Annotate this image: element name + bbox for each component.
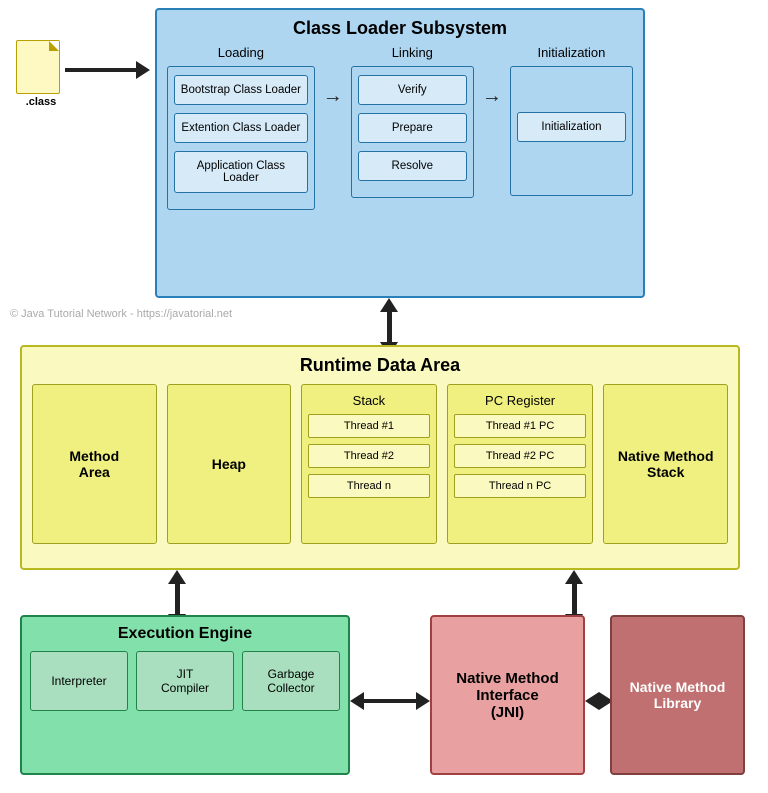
bootstrap-class-loader: Bootstrap Class Loader: [174, 75, 308, 105]
runtime-data-area: Runtime Data Area MethodArea Heap Stack …: [20, 345, 740, 570]
pc-thread-1: Thread #1 PC: [454, 414, 587, 438]
stack-box: Stack Thread #1 Thread #2 Thread n: [301, 384, 437, 544]
thread-n: Thread n: [308, 474, 430, 498]
interpreter-box: Interpreter: [30, 651, 128, 711]
loading-label: Loading: [167, 45, 315, 60]
cls-linking-section: Linking Verify Prepare Resolve: [351, 45, 474, 198]
jit-compiler-box: JITCompiler: [136, 651, 234, 711]
native-method-stack-box: Native MethodStack: [603, 384, 728, 544]
pc-register-title: PC Register: [454, 393, 587, 408]
arrow-linking-init: →: [480, 85, 504, 108]
native-method-library: Native MethodLibrary: [610, 615, 745, 775]
watermark: © Java Tutorial Network - https://javato…: [10, 308, 232, 320]
linking-area: Verify Prepare Resolve: [351, 66, 474, 198]
runtime-sections: MethodArea Heap Stack Thread #1 Thread #…: [22, 384, 738, 544]
init-area: Initialization: [510, 66, 633, 196]
arrow-class-to-loader: [65, 62, 150, 78]
stack-title: Stack: [308, 393, 430, 408]
garbage-collector-label: GarbageCollector: [267, 667, 314, 695]
init-label: Initialization: [510, 45, 633, 60]
thread-2: Thread #2: [308, 444, 430, 468]
class-file-label: .class: [16, 96, 66, 108]
class-loader-title: Class Loader Subsystem: [157, 10, 643, 45]
native-method-stack-label: Native MethodStack: [618, 448, 714, 480]
nml-label: Native MethodLibrary: [630, 679, 726, 711]
garbage-collector-box: GarbageCollector: [242, 651, 340, 711]
verify-box: Verify: [358, 75, 467, 105]
thread-1: Thread #1: [308, 414, 430, 438]
native-method-interface: Native MethodInterface(JNI): [430, 615, 585, 775]
class-file-icon: .class: [16, 40, 66, 100]
loading-area: Bootstrap Class Loader Extention Class L…: [167, 66, 315, 210]
pc-thread-2: Thread #2 PC: [454, 444, 587, 468]
jit-compiler-label: JITCompiler: [161, 667, 209, 695]
exec-sections: Interpreter JITCompiler GarbageCollector: [22, 651, 348, 711]
linking-label: Linking: [351, 45, 474, 60]
arrow-loading-linking: →: [321, 85, 345, 108]
interpreter-label: Interpreter: [51, 674, 106, 688]
method-area-label: MethodArea: [69, 448, 119, 480]
arrow-exec-nmi: [350, 693, 430, 709]
class-loader-subsystem: Class Loader Subsystem Loading Bootstrap…: [155, 8, 645, 298]
heap-box: Heap: [167, 384, 292, 544]
prepare-box: Prepare: [358, 113, 467, 143]
extension-class-loader: Extention Class Loader: [174, 113, 308, 143]
nmi-label: Native MethodInterface(JNI): [456, 670, 559, 721]
cls-loading-section: Loading Bootstrap Class Loader Extention…: [167, 45, 315, 210]
diagram-container: .class Class Loader Subsystem Loading Bo…: [0, 0, 768, 793]
execution-engine: Execution Engine Interpreter JITCompiler…: [20, 615, 350, 775]
method-area-box: MethodArea: [32, 384, 157, 544]
resolve-box: Resolve: [358, 151, 467, 181]
heap-label: Heap: [212, 456, 246, 472]
application-class-loader: Application Class Loader: [174, 151, 308, 193]
cls-init-section: Initialization Initialization: [510, 45, 633, 196]
exec-engine-title: Execution Engine: [22, 617, 348, 651]
pc-thread-n: Thread n PC: [454, 474, 587, 498]
initialization-box: Initialization: [517, 112, 626, 142]
arrow-nmi-nml: [585, 693, 613, 709]
pc-register-box: PC Register Thread #1 PC Thread #2 PC Th…: [447, 384, 594, 544]
runtime-title: Runtime Data Area: [22, 347, 738, 382]
